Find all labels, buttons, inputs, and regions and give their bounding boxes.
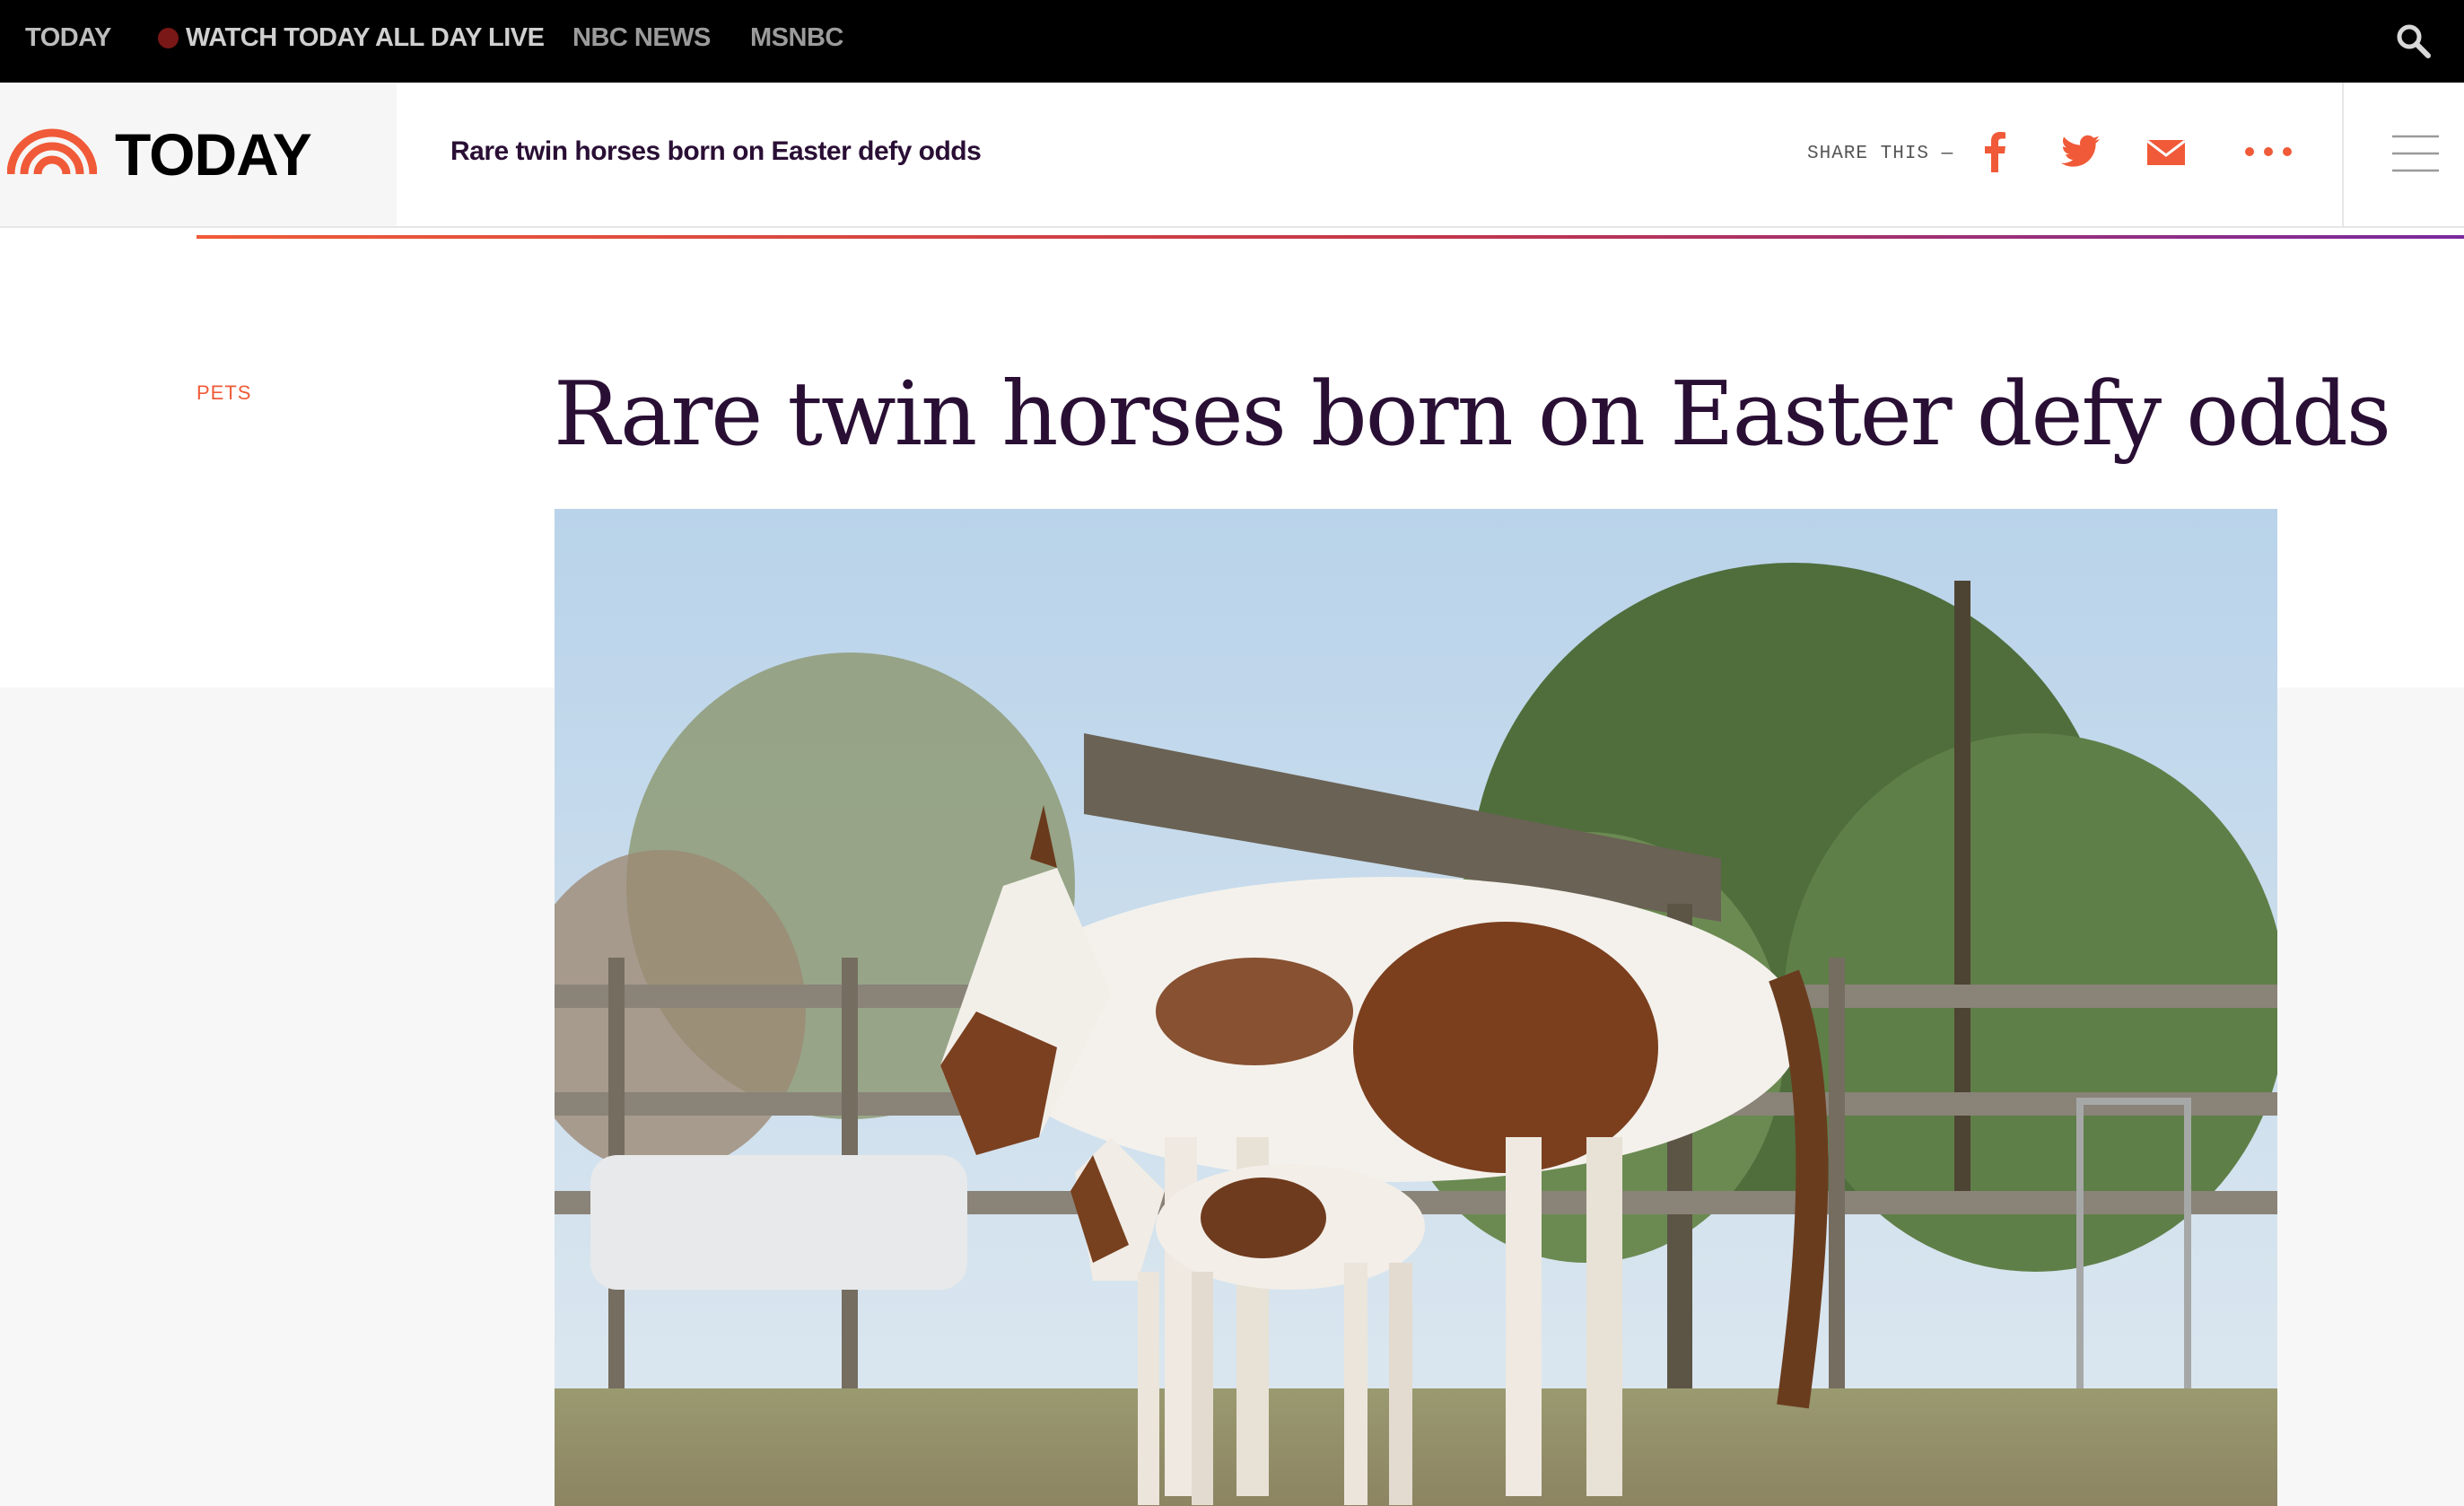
horse-and-foal-photo (555, 509, 2277, 1506)
article-headline: Rare twin horses born on Easter defy odd… (554, 363, 2391, 466)
header-divider (2342, 83, 2344, 226)
share-label: SHARE THIS — (1807, 144, 1954, 164)
category-label[interactable]: PETS (197, 381, 251, 405)
twitter-icon[interactable] (2060, 131, 2101, 172)
hero-image (555, 509, 2277, 1506)
live-dot-icon (158, 28, 179, 48)
header-accent-line (197, 235, 2464, 239)
nav-link-watch-live[interactable]: WATCH TODAY ALL DAY LIVE (158, 23, 545, 53)
nav-link-today[interactable]: TODAY (25, 23, 111, 53)
hamburger-menu-icon[interactable] (2392, 135, 2439, 172)
today-sunrise-logo-icon (7, 128, 97, 174)
nav-link-nbc-news[interactable]: NBC NEWS (572, 23, 711, 53)
nav-link-msnbc[interactable]: MSNBC (750, 23, 843, 53)
header-article-title: Rare twin horses born on Easter defy odd… (450, 136, 982, 166)
site-header: TODAY Rare twin horses born on Easter de… (0, 83, 2464, 228)
watch-live-label: WATCH TODAY ALL DAY LIVE (186, 23, 545, 52)
more-icon[interactable] (2243, 131, 2294, 172)
logo-text: TODAY (115, 121, 312, 188)
logo-link[interactable]: TODAY (0, 83, 397, 226)
search-icon[interactable] (2394, 22, 2433, 61)
email-icon[interactable] (2146, 131, 2186, 172)
facebook-icon[interactable] (1981, 131, 2008, 172)
top-nav-bar: TODAY WATCH TODAY ALL DAY LIVE NBC NEWS … (0, 0, 2464, 83)
